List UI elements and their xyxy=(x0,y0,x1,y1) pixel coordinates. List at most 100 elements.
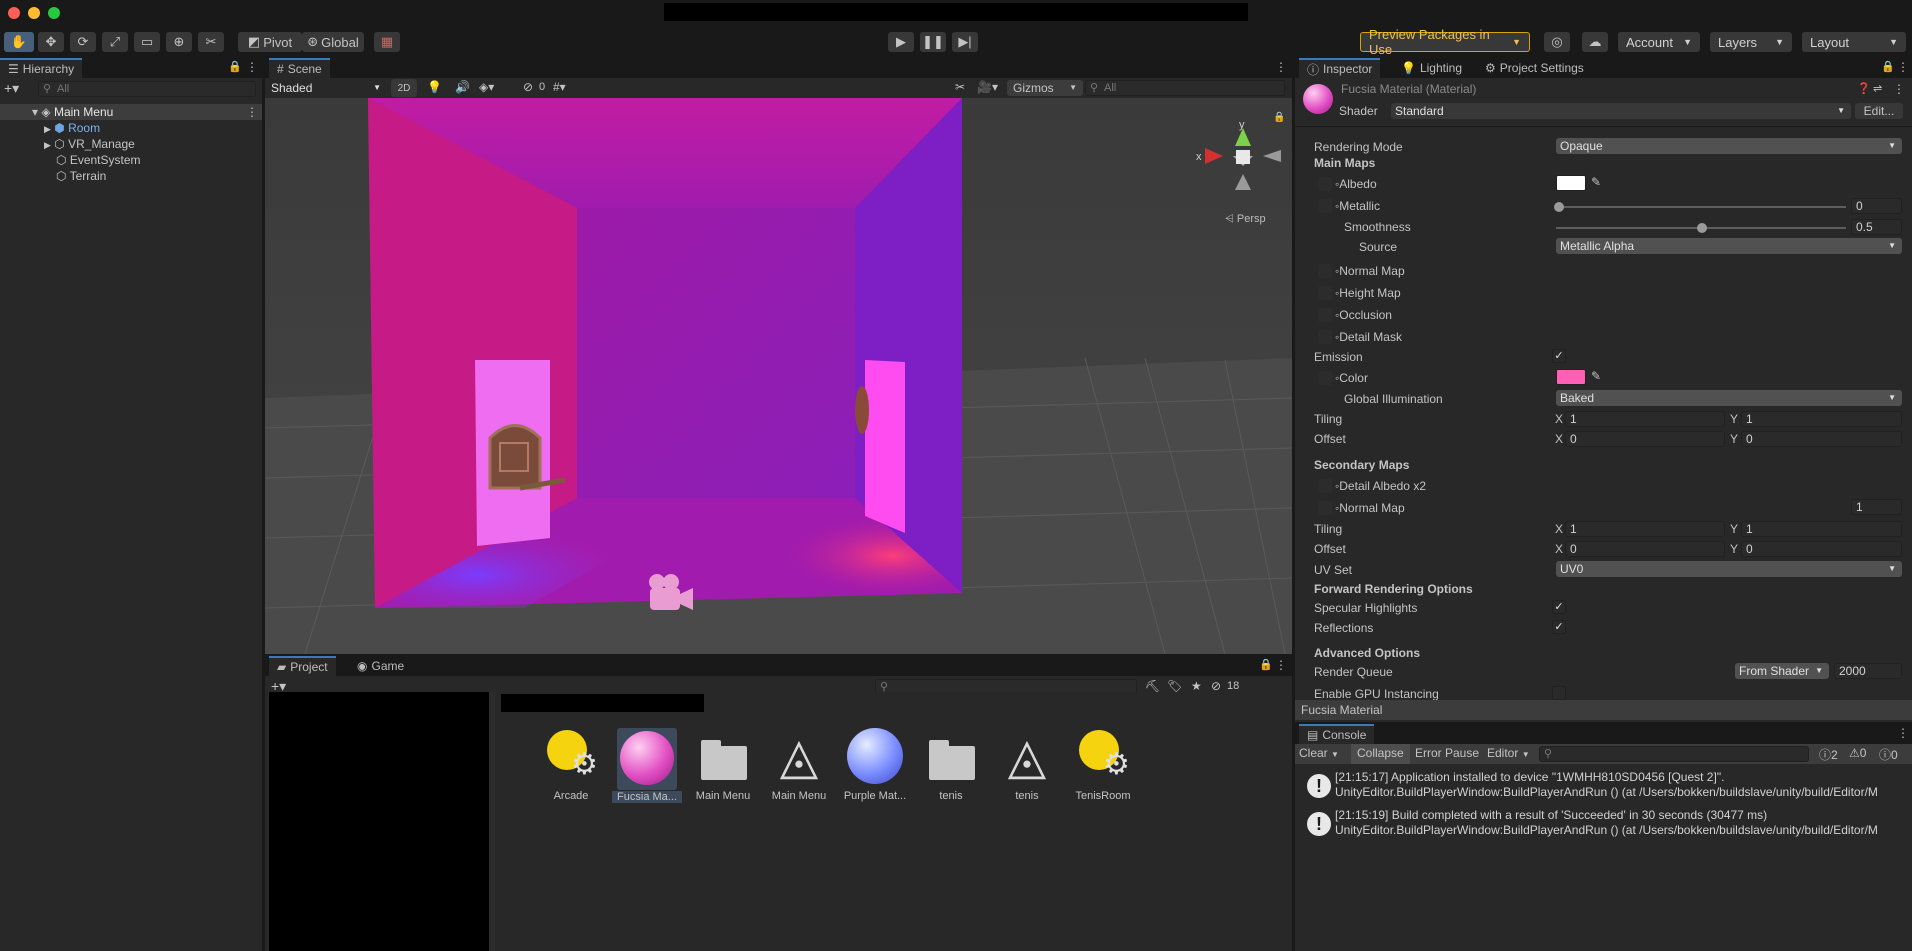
tab-console[interactable]: ▤ Console xyxy=(1299,724,1375,744)
presets-icon[interactable]: ⇌ xyxy=(1873,82,1882,95)
asset-item[interactable]: ⚙ Arcade xyxy=(536,728,606,802)
search-by-type-icon[interactable]: ⛏ xyxy=(1145,679,1160,693)
scene-viewport[interactable]: y x ⩤ Persp 🔒 xyxy=(265,98,1292,654)
error-pause-toggle[interactable]: Error Pause xyxy=(1415,746,1479,760)
asset-item[interactable]: ⚙ TenisRoom xyxy=(1068,728,1138,802)
normal-map-slot[interactable] xyxy=(1318,264,1332,278)
shading-mode-dropdown[interactable]: Shaded ▼ xyxy=(267,80,387,96)
gizmos-dropdown[interactable]: Gizmos ▼ xyxy=(1007,80,1083,96)
transform-tool-button[interactable]: ⊕ xyxy=(166,32,192,52)
step-button[interactable]: ▶| xyxy=(952,32,978,52)
editor-dropdown[interactable]: Editor ▼ xyxy=(1487,746,1530,760)
emission-color-slot[interactable] xyxy=(1318,371,1332,385)
search-by-label-icon[interactable]: 🏷 xyxy=(1167,679,1182,693)
source-dropdown[interactable]: Metallic Alpha ▼ xyxy=(1556,238,1902,254)
offset2-x-field[interactable]: 0 xyxy=(1565,541,1725,557)
cloud-button[interactable]: ☁ xyxy=(1582,32,1608,52)
pivot-toggle[interactable]: ◩ Pivot xyxy=(238,32,302,52)
move-tool-button[interactable]: ✥ xyxy=(38,32,64,52)
tiling-x-field[interactable]: 1 xyxy=(1565,411,1725,427)
hierarchy-item-room[interactable]: ▶ ⬢ Room xyxy=(0,120,262,136)
layout-dropdown[interactable]: Layout ▼ xyxy=(1802,32,1906,52)
custom-tool-button[interactable]: ✂ xyxy=(198,32,224,52)
tiling-y-field[interactable]: 1 xyxy=(1741,411,1902,427)
uv-set-dropdown[interactable]: UV0 ▼ xyxy=(1556,561,1902,577)
shader-edit-button[interactable]: Edit... xyxy=(1855,103,1903,119)
play-button[interactable]: ▶ xyxy=(888,32,914,52)
kebab-menu-icon[interactable]: ⋮ xyxy=(1275,60,1287,74)
occlusion-slot[interactable] xyxy=(1318,308,1332,322)
collapse-toggle[interactable]: Collapse xyxy=(1351,744,1410,764)
detail-mask-slot[interactable] xyxy=(1318,330,1332,344)
tab-project-settings[interactable]: ⚙ Project Settings xyxy=(1477,58,1592,78)
detail-normal-map-slot[interactable] xyxy=(1318,501,1332,515)
asset-item[interactable]: ◬ tenis xyxy=(992,728,1062,802)
albedo-color-swatch[interactable] xyxy=(1556,175,1586,191)
asset-item[interactable]: ◬ Main Menu xyxy=(764,728,834,802)
reflections-checkbox[interactable]: ✓ xyxy=(1552,620,1566,634)
favorites-icon[interactable]: ★ xyxy=(1191,679,1202,693)
metallic-slider[interactable] xyxy=(1556,206,1846,208)
rotate-tool-button[interactable]: ⟳ xyxy=(70,32,96,52)
audio-toggle-icon[interactable]: 🔊 xyxy=(455,80,470,94)
metallic-field[interactable]: 0 xyxy=(1851,198,1902,214)
asset-item[interactable]: Main Menu xyxy=(688,728,758,802)
kebab-menu-icon[interactable]: ⋮ xyxy=(246,104,258,120)
2d-toggle[interactable]: 2D xyxy=(391,79,417,97)
shader-dropdown[interactable]: Standard ▼ xyxy=(1391,103,1851,119)
metallic-texture-slot[interactable] xyxy=(1318,199,1332,213)
tab-scene[interactable]: # Scene xyxy=(269,58,330,78)
global-toggle[interactable]: ⊛ Global xyxy=(302,32,364,52)
kebab-menu-icon[interactable]: ⋮ xyxy=(1897,60,1909,74)
hierarchy-item-vr-manage[interactable]: ▶ ⬡ VR_Manage xyxy=(0,136,262,152)
hidden-objects-icon[interactable]: ⊘ xyxy=(523,80,533,94)
maximize-window-button[interactable] xyxy=(48,7,60,19)
persp-label[interactable]: ⩤ Persp xyxy=(1225,213,1266,225)
hidden-packages-icon[interactable]: ⊘ xyxy=(1211,679,1221,693)
console-log-row[interactable]: ! [21:15:19] Build completed with a resu… xyxy=(1295,806,1912,842)
render-queue-field[interactable]: 2000 xyxy=(1834,663,1902,679)
detail-normal-scale-field[interactable]: 1 xyxy=(1851,499,1902,515)
collab-button[interactable]: ◎ xyxy=(1544,32,1570,52)
effects-toggle-icon[interactable]: ◈▾ xyxy=(479,80,494,94)
tab-lighting[interactable]: 💡 Lighting xyxy=(1393,58,1470,78)
tab-hierarchy[interactable]: ☰ Hierarchy xyxy=(0,58,83,78)
close-window-button[interactable] xyxy=(8,7,20,19)
error-count-toggle[interactable]: ⓘ0 xyxy=(1879,746,1898,763)
albedo-texture-slot[interactable] xyxy=(1318,177,1332,191)
asset-item[interactable]: Purple Mat... xyxy=(840,728,910,802)
tab-inspector[interactable]: ⓘ Inspector xyxy=(1299,58,1381,78)
info-count-toggle[interactable]: ⓘ2 xyxy=(1819,746,1838,763)
lock-icon[interactable]: 🔒 xyxy=(1259,658,1273,671)
emission-checkbox[interactable]: ✓ xyxy=(1552,349,1566,363)
kebab-menu-icon[interactable]: ⋮ xyxy=(246,60,258,74)
console-log-row[interactable]: ! [21:15:17] Application installed to de… xyxy=(1295,768,1912,804)
asset-item[interactable]: tenis xyxy=(916,728,986,802)
kebab-menu-icon[interactable]: ⋮ xyxy=(1897,726,1909,740)
offset2-y-field[interactable]: 0 xyxy=(1741,541,1902,557)
metallic-slider-handle[interactable] xyxy=(1554,202,1564,212)
rendering-mode-dropdown[interactable]: Opaque ▼ xyxy=(1556,138,1902,154)
add-button[interactable]: +▾ xyxy=(4,80,19,97)
kebab-menu-icon[interactable]: ⋮ xyxy=(1893,82,1905,96)
smoothness-slider-handle[interactable] xyxy=(1697,223,1707,233)
eyedropper-icon[interactable]: ✎ xyxy=(1591,175,1601,189)
specular-highlights-checkbox[interactable]: ✓ xyxy=(1552,600,1566,614)
kebab-menu-icon[interactable]: ⋮ xyxy=(1275,658,1287,672)
help-icon[interactable]: ❓ xyxy=(1857,82,1871,95)
offset-x-field[interactable]: 0 xyxy=(1565,431,1725,447)
minimize-window-button[interactable] xyxy=(28,7,40,19)
preview-packages-dropdown[interactable]: Preview Packages in Use ▼ xyxy=(1360,27,1530,57)
smoothness-field[interactable]: 0.5 xyxy=(1851,219,1902,235)
hierarchy-scene-row[interactable]: ▾ ◈ Main Menu ⋮ xyxy=(0,104,262,120)
lock-icon[interactable]: 🔒 xyxy=(1273,111,1285,123)
lock-icon[interactable]: 🔒 xyxy=(228,60,242,73)
asset-item[interactable]: Fucsia Ma... xyxy=(612,728,682,803)
detail-albedo-slot[interactable] xyxy=(1318,479,1332,493)
lighting-toggle-icon[interactable]: 💡 xyxy=(427,80,442,94)
tiling2-x-field[interactable]: 1 xyxy=(1565,521,1725,537)
offset-y-field[interactable]: 0 xyxy=(1741,431,1902,447)
global-illumination-dropdown[interactable]: Baked ▼ xyxy=(1556,390,1902,406)
tools-icon[interactable]: ✂ xyxy=(955,80,965,94)
scene-search-input[interactable]: ⚲ All xyxy=(1085,80,1285,96)
